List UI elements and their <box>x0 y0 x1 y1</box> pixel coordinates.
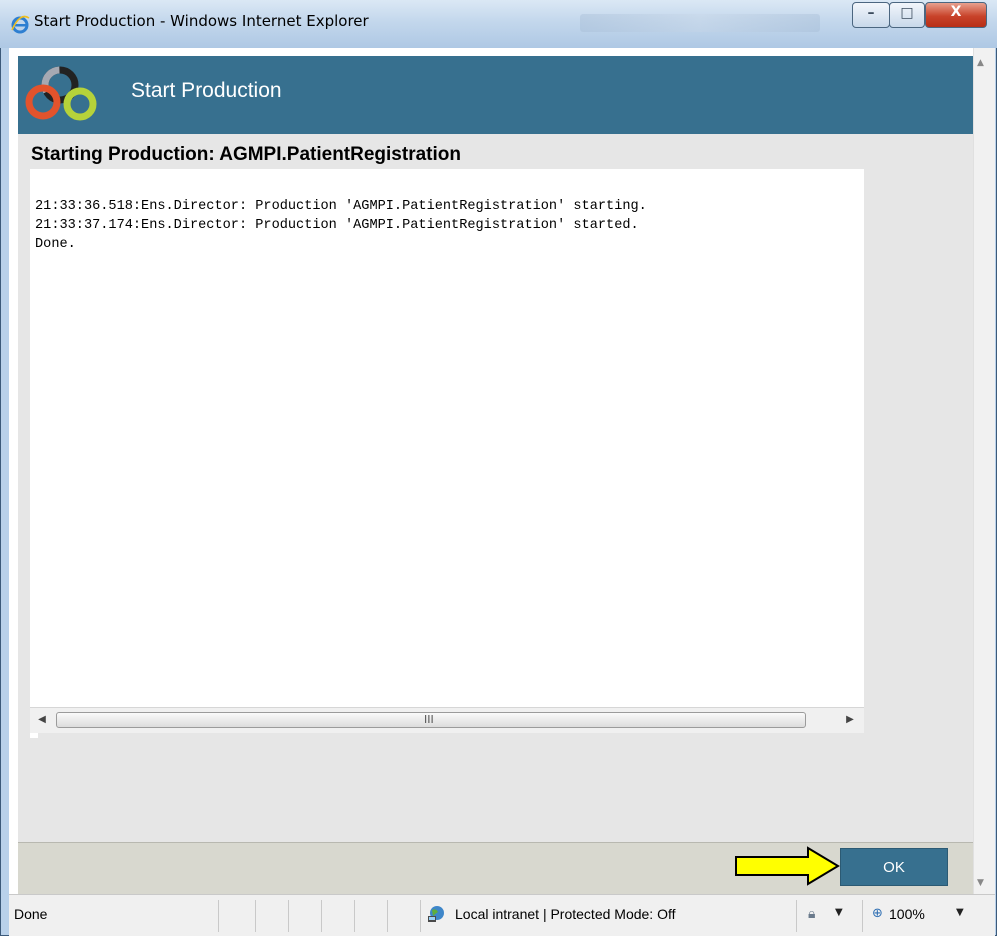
log-line: 21:33:37.174:Ens.Director: Production 'A… <box>35 218 639 233</box>
status-divider <box>255 900 256 932</box>
page-subtitle: Starting Production: AGMPI.PatientRegist… <box>31 144 461 165</box>
maximize-icon: □ <box>900 5 914 21</box>
maximize-button[interactable]: □ <box>889 2 925 28</box>
log-line: 21:33:36.518:Ens.Director: Production 'A… <box>35 199 647 214</box>
security-zone-text[interactable]: Local intranet | Protected Mode: Off <box>455 906 676 922</box>
scroll-right-icon[interactable]: ▶ <box>841 711 859 729</box>
chevron-down-icon[interactable]: ▼ <box>956 907 964 918</box>
status-divider <box>218 900 219 932</box>
log-output-panel[interactable]: 21:33:36.518:Ens.Director: Production 'A… <box>30 169 864 707</box>
title-bar-background-glow <box>580 14 820 32</box>
log-text: 21:33:36.518:Ens.Director: Production 'A… <box>35 197 647 254</box>
dialog-title: Start Production <box>131 79 282 102</box>
status-divider <box>862 900 863 932</box>
protected-mode-lock-icon[interactable]: 🔒︎ <box>808 906 815 922</box>
logo-icon <box>25 66 97 121</box>
zoom-icon[interactable]: ⊕ <box>872 906 883 921</box>
status-divider <box>796 900 797 932</box>
internet-explorer-icon <box>11 15 30 34</box>
local-intranet-globe-icon <box>428 906 444 922</box>
scroll-up-icon[interactable]: ▲ <box>977 58 984 68</box>
status-divider <box>420 900 421 932</box>
status-divider <box>288 900 289 932</box>
status-text: Done <box>14 906 48 922</box>
minimize-button[interactable]: – <box>852 2 890 28</box>
scroll-left-icon[interactable]: ◀ <box>33 711 51 729</box>
pointer-arrow-icon <box>735 846 840 886</box>
status-divider <box>387 900 388 932</box>
ok-button[interactable]: OK <box>840 848 948 886</box>
close-icon: X <box>950 4 962 20</box>
scroll-corner <box>30 733 38 738</box>
close-button[interactable]: X <box>925 2 987 28</box>
vertical-scrollbar[interactable] <box>973 48 995 894</box>
log-line: Done. <box>35 237 76 252</box>
zoom-level[interactable]: 100% <box>889 906 925 922</box>
minimize-icon: – <box>867 5 875 21</box>
window-title: Start Production - Windows Internet Expl… <box>34 12 369 30</box>
status-divider <box>354 900 355 932</box>
scroll-down-icon[interactable]: ▼ <box>977 878 984 888</box>
scroll-grip-icon: III <box>424 713 434 726</box>
status-divider <box>321 900 322 932</box>
chevron-down-icon[interactable]: ▼ <box>835 907 843 918</box>
